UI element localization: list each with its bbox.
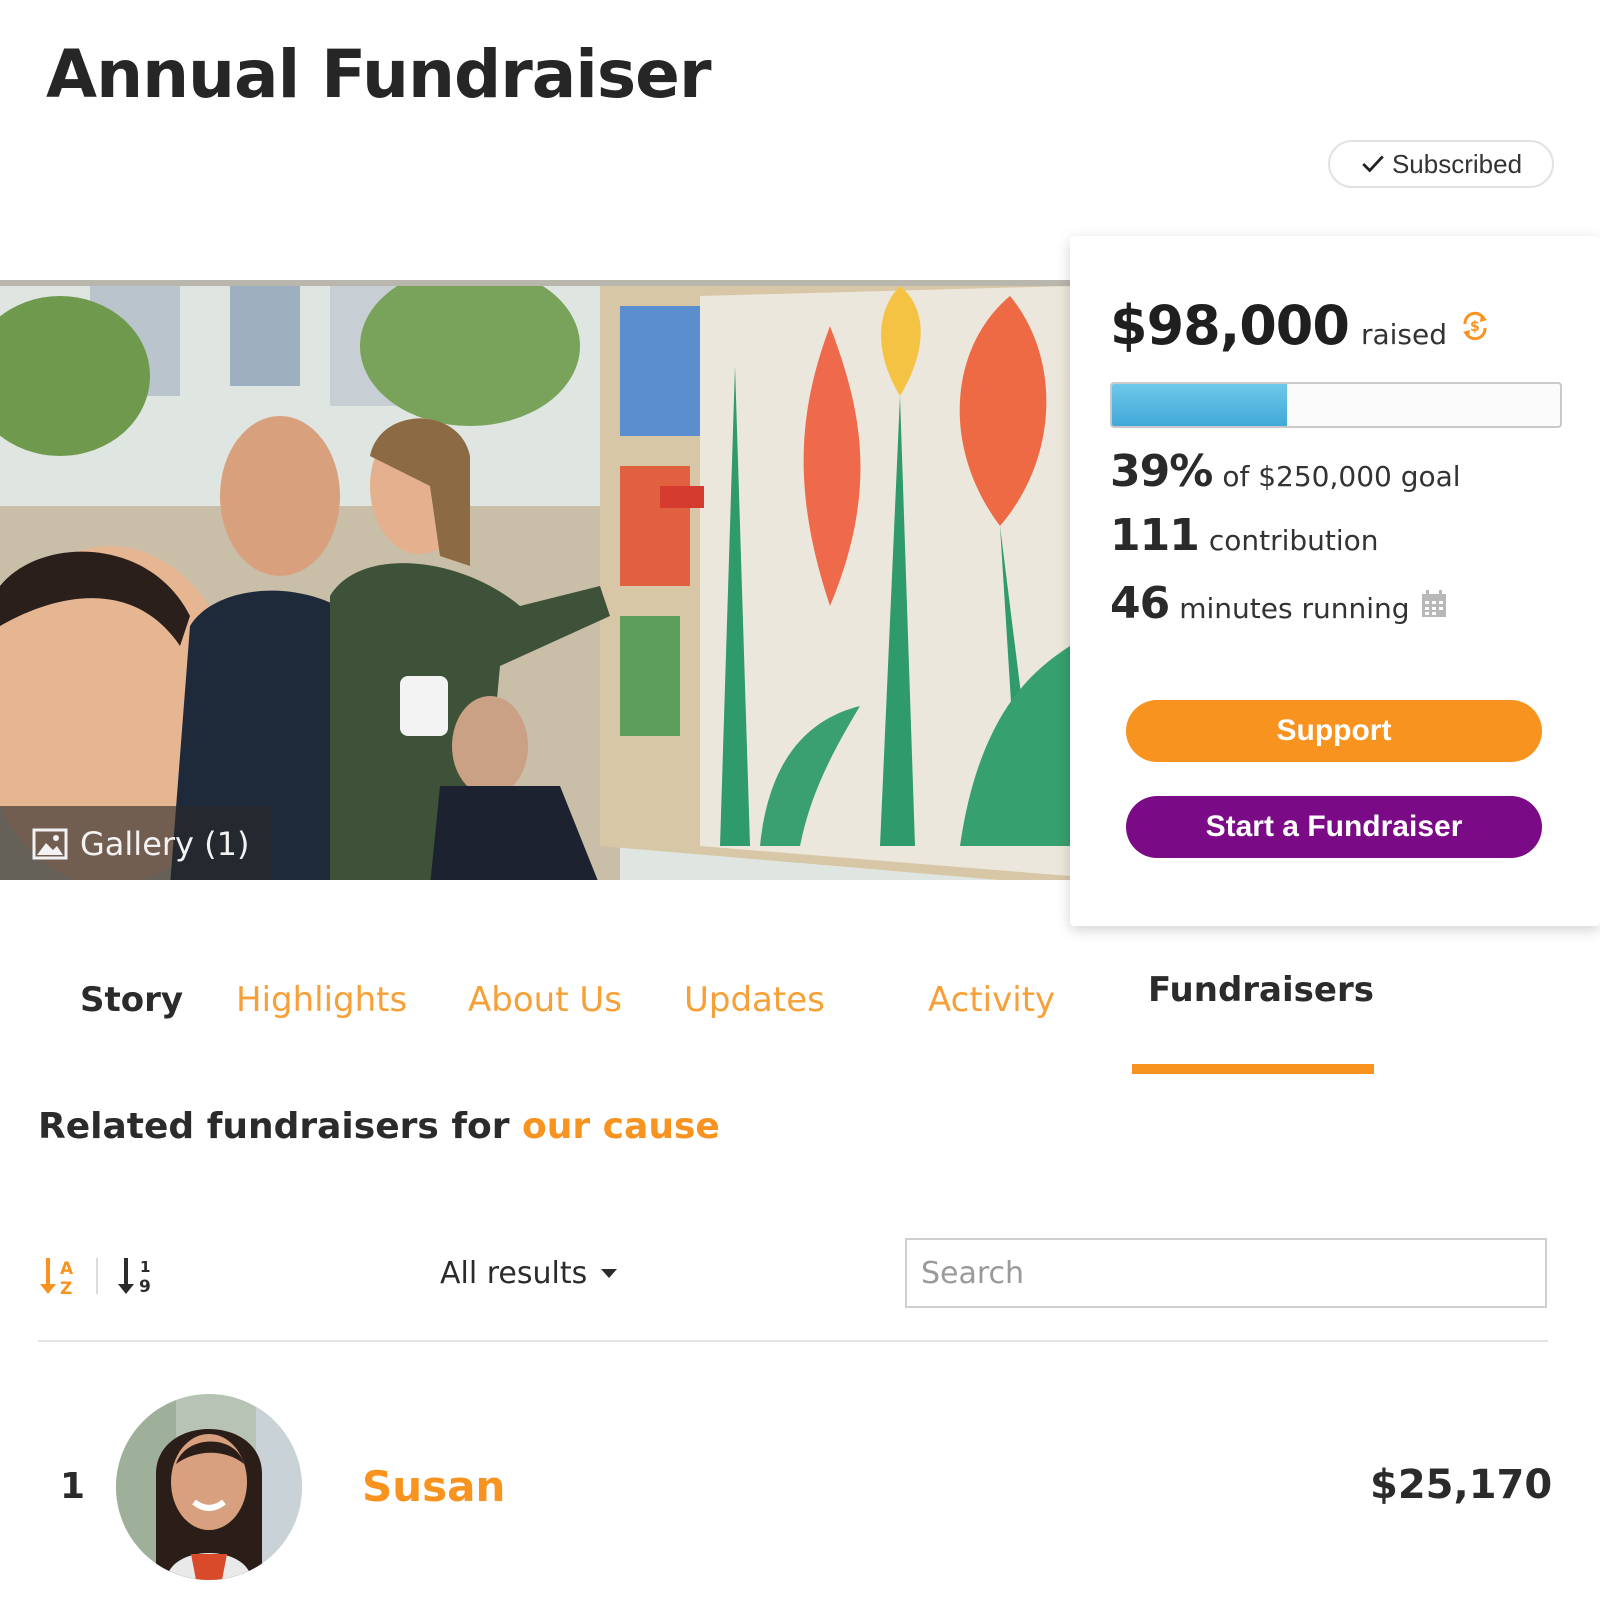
contributions-label: contribution [1208,524,1379,557]
image-icon [32,828,68,860]
goal-label: of $250,000 goal [1222,460,1461,493]
subscribed-label: Subscribed [1391,148,1523,179]
donation-card: $98,000 raised $ 39% of $250,000 goal 11… [1070,236,1600,926]
caret-down-icon [601,1269,618,1278]
tab-updates[interactable]: Updates [684,980,825,1020]
page-title: Annual Fundraiser [46,36,711,113]
svg-text:$: $ [1470,319,1480,335]
mural-painting-photo [0,286,1070,880]
list-divider [38,1340,1548,1342]
related-heading: Related fundraisers for our cause [38,1106,720,1147]
goal-percent: 39% [1110,446,1213,497]
tab-about-us[interactable]: About Us [468,980,622,1020]
sort-alphabetical-icon[interactable]: A Z [38,1254,82,1298]
results-filter-dropdown[interactable]: All results [440,1256,618,1291]
sort-numeric-icon[interactable]: 1 9 [116,1254,160,1298]
campaign-hero-image[interactable]: Gallery (1) [0,280,1070,880]
check-icon [1362,155,1384,173]
tab-activity[interactable]: Activity [928,980,1055,1020]
search-input[interactable] [905,1238,1547,1308]
raised-amount: $98,000 [1110,294,1350,357]
gallery-button[interactable]: Gallery (1) [0,806,272,880]
raised-label: raised [1360,318,1447,351]
calendar-icon [1421,589,1446,617]
progress-fill [1112,384,1287,426]
support-button[interactable]: Support [1126,700,1542,762]
contributions-count: 111 [1110,510,1200,561]
svg-text:Z: Z [60,1279,72,1298]
tab-story[interactable]: Story [80,980,183,1020]
tab-highlights[interactable]: Highlights [236,980,407,1020]
person-photo [116,1394,302,1580]
subscribed-button[interactable]: Subscribed [1328,140,1554,188]
svg-text:A: A [60,1259,74,1279]
fundraiser-amount: $25,170 [1370,1462,1553,1508]
tab-fundraisers[interactable]: Fundraisers [1148,970,1374,1010]
fundraiser-name-link[interactable]: Susan [362,1462,505,1511]
related-cause-link[interactable]: our cause [522,1106,720,1147]
contributions-link[interactable]: 111 contribution [1110,510,1379,561]
svg-text:9: 9 [139,1277,151,1297]
svg-text:1: 1 [140,1258,150,1276]
minutes-label: minutes running [1179,592,1410,625]
recurring-dollar-icon[interactable]: $ [1459,310,1491,342]
start-fundraiser-button[interactable]: Start a Fundraiser [1126,796,1542,858]
result-rank: 1 [60,1466,86,1507]
avatar[interactable] [116,1394,302,1580]
filter-label: All results [440,1256,588,1291]
active-tab-indicator [1132,1064,1374,1074]
progress-bar [1110,382,1562,428]
gallery-label: Gallery (1) [80,825,250,863]
sort-separator [96,1258,98,1294]
related-prefix: Related fundraisers for [38,1106,510,1147]
minutes-count: 46 [1110,578,1170,629]
